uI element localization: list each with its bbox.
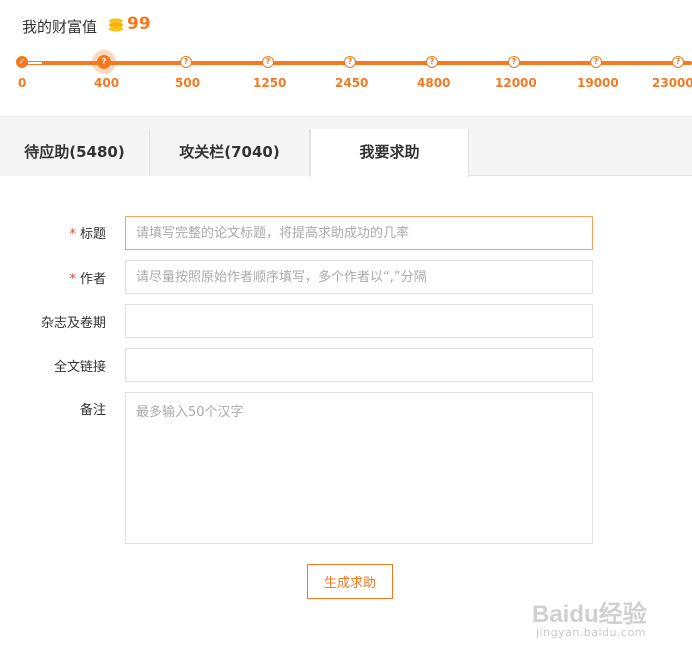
milestone-node-19000[interactable]: ? — [590, 56, 602, 68]
milestone-label: 23000 — [652, 76, 692, 90]
required-mark: * — [69, 227, 76, 242]
title-label-text: 标题 — [79, 227, 106, 242]
link-label: 全文链接 — [53, 360, 106, 375]
milestone-node-0: ✓ — [16, 56, 28, 68]
watermark-logo-text: Baidu经验 — [532, 600, 647, 628]
author-label: * 作者 — [0, 268, 106, 287]
journal-input[interactable] — [125, 304, 593, 338]
milestone-label: 12000 — [495, 76, 537, 90]
generate-request-button[interactable]: 生成求助 — [307, 564, 393, 599]
wealth-label: 我的财富值 — [22, 18, 98, 36]
remark-label: 备注 — [79, 403, 106, 418]
milestone-node-400[interactable]: ? — [97, 55, 111, 69]
milestone-label: 4800 — [417, 76, 451, 90]
milestone-label: 400 — [94, 76, 120, 90]
milestone-node-12000[interactable]: ? — [508, 56, 520, 68]
tab-tackle-column[interactable]: 攻关栏(7040) — [150, 129, 310, 176]
milestone-label: 0 — [18, 76, 27, 90]
author-input[interactable] — [125, 260, 593, 294]
coin-stack-icon — [109, 18, 123, 32]
required-mark: * — [69, 272, 76, 287]
milestone-node-2450[interactable]: ? — [344, 56, 356, 68]
milestone-node-23000[interactable]: ? — [672, 56, 684, 68]
milestone-label: 500 — [175, 76, 201, 90]
link-input[interactable] — [125, 348, 593, 382]
milestone-node-500[interactable]: ? — [180, 56, 192, 68]
journal-label: 杂志及卷期 — [40, 316, 106, 331]
title-input[interactable] — [125, 216, 593, 250]
milestone-label: 2450 — [335, 76, 369, 90]
milestone-node-4800[interactable]: ? — [426, 56, 438, 68]
milestone-node-1250[interactable]: ? — [262, 56, 274, 68]
tab-pending-help[interactable]: 待应助(5480) — [0, 129, 150, 176]
wealth-value: 99 — [127, 14, 151, 34]
watermark-url: jingyan.baidu.com — [536, 626, 647, 639]
remark-textarea[interactable] — [125, 392, 593, 544]
milestone-label: 1250 — [253, 76, 287, 90]
wealth-progress-gap — [28, 62, 42, 64]
milestone-label: 19000 — [577, 76, 619, 90]
wealth-panel: 我的财富值 99 ✓ ? ? ? ? ? ? ? ? 0 400 500 125… — [0, 0, 692, 116]
tab-request-help[interactable]: 我要求助 — [310, 129, 469, 177]
title-label: * 标题 — [0, 223, 106, 242]
author-label-text: 作者 — [79, 272, 106, 287]
